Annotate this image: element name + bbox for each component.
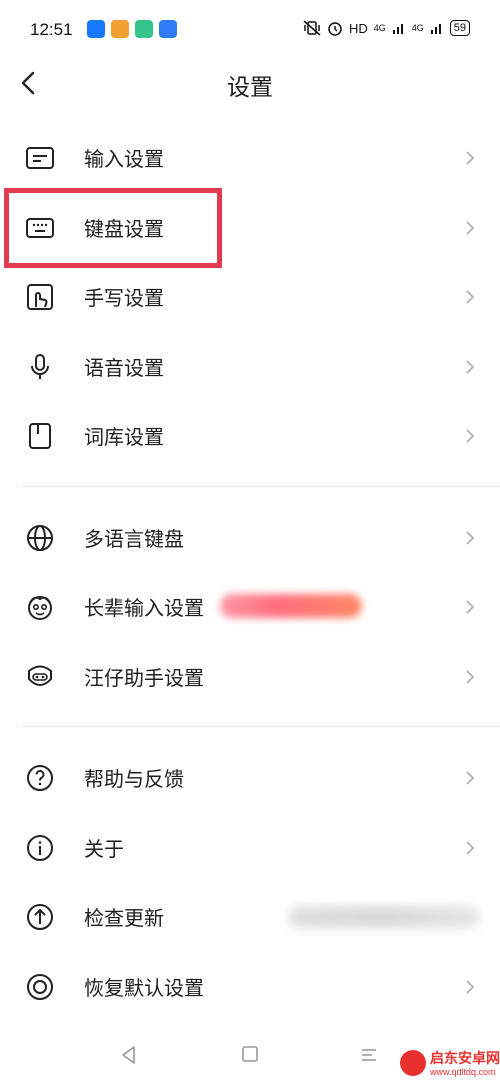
status-bar: 12:51 HD 4G 4G 59: [0, 0, 500, 60]
nav-back-icon[interactable]: [118, 1044, 140, 1066]
watermark-title: 启东安卓网: [430, 1051, 500, 1067]
microphone-icon: [31, 354, 49, 379]
watermark-logo-icon: [400, 1050, 426, 1076]
settings-item-label: 帮助与反馈: [84, 767, 184, 791]
chevron-right-icon: [466, 771, 475, 785]
settings-item-label: 语音设置: [84, 356, 164, 380]
chevron-right-icon: [466, 600, 475, 614]
section-divider: [22, 486, 500, 487]
settings-item-input[interactable]: 输入设置: [0, 123, 500, 193]
status-time: 12:51: [30, 20, 73, 39]
settings-item-label: 检查更新: [84, 906, 164, 930]
site-watermark: 启东安卓网 www.qdltdq.com: [400, 1046, 500, 1084]
app-notification-icon: [135, 20, 153, 38]
chevron-right-icon: [466, 841, 475, 855]
status-indicators: HD 4G 4G 59: [303, 20, 470, 36]
elder-face-icon: [28, 596, 52, 620]
signal-label-2: 4G: [411, 23, 424, 33]
page-title: 设置: [227, 75, 273, 101]
settings-item-label: 词库设置: [84, 425, 164, 449]
battery-icon: 59: [449, 20, 470, 36]
chevron-right-icon: [466, 980, 475, 994]
signal-label-1: 4G: [373, 23, 386, 33]
chevron-right-icon: [466, 221, 475, 235]
settings-item-label: 多语言键盘: [84, 527, 184, 551]
settings-item-multilingual[interactable]: 多语言键盘: [0, 503, 500, 573]
settings-item-label: 关于: [84, 837, 124, 861]
chevron-right-icon: [466, 290, 475, 304]
handwriting-icon: [27, 284, 53, 310]
settings-item-voice[interactable]: 语音设置: [0, 332, 500, 402]
settings-item-assistant[interactable]: 汪仔助手设置: [0, 642, 500, 712]
keyboard-settings-highlight-box: [4, 188, 222, 268]
blurred-version-text: [288, 906, 480, 928]
blurred-badge: [220, 594, 362, 618]
chevron-right-icon: [466, 670, 475, 684]
app-notification-icon: [87, 20, 105, 38]
settings-item-label: 输入设置: [84, 147, 164, 171]
alarm-icon: [328, 22, 342, 36]
app-notification-icon: [159, 20, 177, 38]
watermark-url: www.qdltdq.com: [430, 1067, 496, 1077]
restore-icon: [27, 974, 53, 1000]
help-icon: [27, 765, 53, 791]
network-label: HD: [348, 20, 368, 36]
update-icon: [27, 904, 53, 930]
settings-item-label: 恢复默认设置: [84, 976, 204, 1000]
info-icon: [27, 835, 53, 861]
settings-item-about[interactable]: 关于: [0, 813, 500, 883]
page-header: 设置: [0, 60, 500, 108]
nav-menu-icon[interactable]: [358, 1044, 380, 1066]
section-divider: [22, 726, 500, 727]
settings-item-handwriting[interactable]: 手写设置: [0, 262, 500, 332]
settings-item-label: 长辈输入设置: [84, 596, 204, 620]
assistant-face-icon: [28, 665, 52, 686]
chevron-right-icon: [466, 151, 475, 165]
settings-item-label: 手写设置: [84, 286, 164, 310]
status-app-icons: [87, 20, 177, 38]
globe-icon: [27, 525, 53, 551]
signal-icon: [392, 24, 403, 34]
input-icon: [26, 147, 54, 169]
vibrate-icon: [303, 20, 321, 36]
nav-home-icon[interactable]: [240, 1044, 260, 1064]
chevron-right-icon: [466, 360, 475, 374]
chevron-right-icon: [466, 429, 475, 443]
signal-icon: [430, 24, 441, 34]
settings-item-help[interactable]: 帮助与反馈: [0, 743, 500, 813]
settings-item-label: 汪仔助手设置: [84, 666, 204, 690]
settings-item-dictionary[interactable]: 词库设置: [0, 401, 500, 471]
settings-item-restore[interactable]: 恢复默认设置: [0, 952, 500, 1022]
chevron-right-icon: [466, 531, 475, 545]
dictionary-icon: [29, 423, 51, 449]
app-notification-icon: [111, 20, 129, 38]
